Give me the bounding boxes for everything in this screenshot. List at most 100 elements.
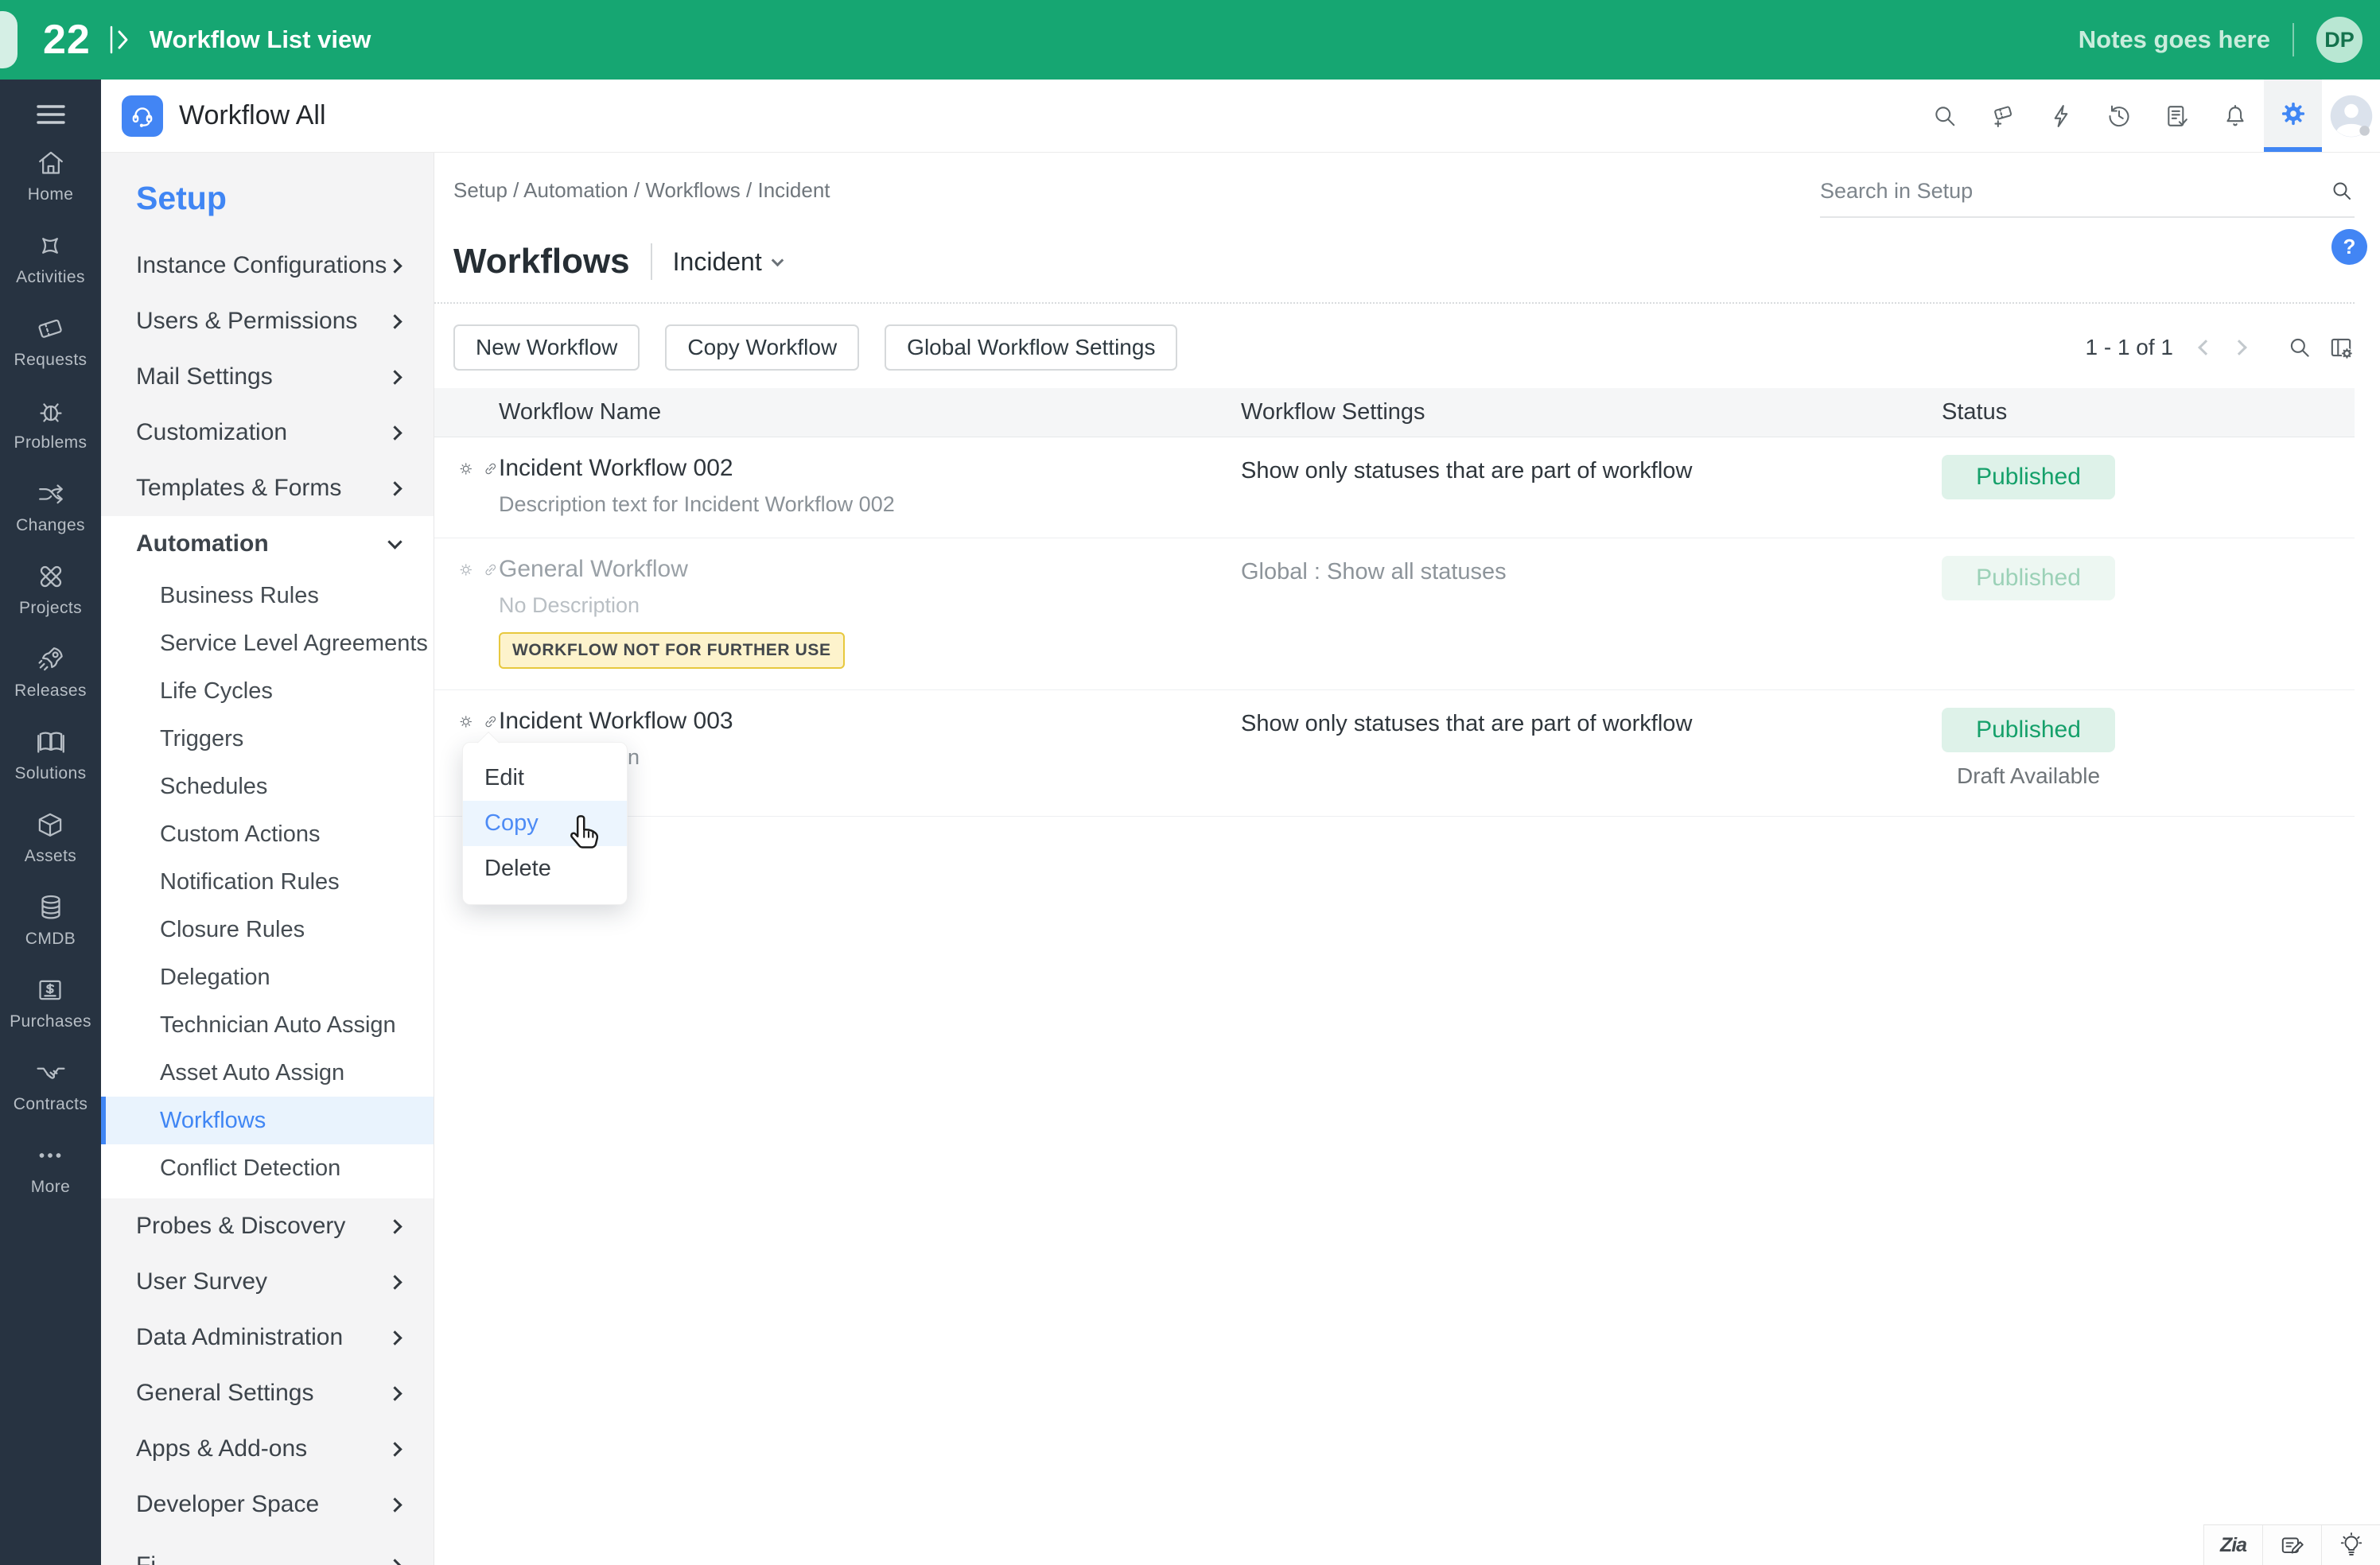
add-request-icon[interactable]	[1974, 80, 2032, 152]
book-icon	[37, 732, 64, 753]
bell-icon[interactable]	[2206, 80, 2264, 152]
setup-item-conflict-detection[interactable]: Conflict Detection	[101, 1144, 434, 1192]
dollar-receipt-icon	[39, 980, 62, 1000]
copy-workflow-button[interactable]: Copy Workflow	[665, 324, 860, 371]
table-row[interactable]: General Workflow No Description WORKFLOW…	[434, 538, 2355, 690]
workflow-name[interactable]: Incident Workflow 002	[499, 455, 895, 482]
nav-item-purchases[interactable]: Purchases	[10, 973, 91, 1031]
list-search-icon[interactable]	[2286, 334, 2313, 361]
setup-search-box[interactable]	[1820, 178, 2355, 218]
nav-item-cmdb[interactable]: CMDB	[25, 891, 76, 949]
workflow-toolbar: New Workflow Copy Workflow Global Workfl…	[453, 324, 2355, 371]
main-content: Setup / Automation / Workflows / Inciden…	[434, 153, 2380, 1565]
nav-item-changes[interactable]: Changes	[16, 477, 85, 535]
module-selector[interactable]: Incident	[673, 247, 784, 277]
setup-item-custom-actions[interactable]: Custom Actions	[101, 810, 434, 858]
history-icon[interactable]	[2090, 80, 2148, 152]
workflow-settings-value: Show only statuses that are part of work…	[1241, 711, 1693, 736]
setup-item-closure-rules[interactable]: Closure Rules	[101, 906, 434, 953]
column-header-workflow-name[interactable]: Workflow Name	[434, 399, 1241, 425]
setup-group-instance-configurations[interactable]: Instance Configurations	[101, 238, 434, 293]
column-header-status[interactable]: Status	[1937, 399, 2355, 425]
app-logo[interactable]	[122, 95, 163, 137]
breadcrumb[interactable]: Setup / Automation / Workflows / Inciden…	[453, 178, 830, 203]
column-settings-icon[interactable]	[2328, 334, 2355, 361]
hamburger-menu-icon[interactable]	[35, 95, 67, 146]
setup-item-notification-rules[interactable]: Notification Rules	[101, 858, 434, 906]
setup-item-triggers[interactable]: Triggers	[101, 715, 434, 763]
pagination-next-icon[interactable]	[2231, 340, 2247, 355]
setup-group-developer-space[interactable]: Developer Space	[101, 1477, 434, 1532]
draft-status: Draft Available	[1956, 763, 2101, 788]
row-link-icon[interactable]	[482, 712, 500, 732]
bulb-icon[interactable]	[2321, 1525, 2380, 1565]
pagination-prev-icon[interactable]	[2198, 340, 2214, 355]
help-button[interactable]: ?	[2331, 229, 2367, 265]
setup-group-users-permissions[interactable]: Users & Permissions	[101, 293, 434, 349]
row-gear-icon[interactable]	[457, 459, 475, 479]
workflow-table: Workflow Name Workflow Settings Status I…	[434, 388, 2355, 817]
global-workflow-settings-button[interactable]: Global Workflow Settings	[885, 324, 1178, 371]
shuffle-icon	[38, 484, 63, 504]
setup-item-schedules[interactable]: Schedules	[101, 763, 434, 810]
row-gear-icon[interactable]	[457, 712, 475, 732]
topbar-separator-icon	[108, 24, 132, 56]
setup-group-general-settings[interactable]: General Settings	[101, 1365, 434, 1421]
page-title: Workflows	[453, 242, 630, 281]
context-menu-edit[interactable]: Edit	[463, 755, 627, 801]
task-list-icon[interactable]	[2148, 80, 2206, 152]
new-workflow-button[interactable]: New Workflow	[453, 324, 640, 371]
setup-group-templates-forms[interactable]: Templates & Forms	[101, 460, 434, 516]
section-divider	[434, 302, 2355, 304]
nav-item-requests[interactable]: Requests	[14, 312, 88, 370]
setup-group-user-survey[interactable]: User Survey	[101, 1254, 434, 1310]
setup-title: Setup	[136, 180, 227, 216]
setup-group-data-administration[interactable]: Data Administration	[101, 1310, 434, 1365]
topbar-user-avatar[interactable]: DP	[2316, 17, 2362, 63]
setup-group-clipped[interactable]: Fi	[101, 1538, 434, 1565]
row-link-icon[interactable]	[482, 459, 500, 479]
chevron-right-icon	[387, 1558, 402, 1565]
nav-item-releases[interactable]: Releases	[14, 643, 87, 701]
nav-item-solutions[interactable]: Solutions	[15, 725, 87, 783]
setup-item-service-level-agreements[interactable]: Service Level Agreements	[101, 619, 434, 667]
chevron-right-icon	[387, 480, 402, 496]
lightning-icon[interactable]	[2032, 80, 2090, 152]
setup-item-delegation[interactable]: Delegation	[101, 953, 434, 1001]
rocket-icon	[37, 647, 63, 671]
note-edit-icon[interactable]	[2262, 1525, 2321, 1565]
user-avatar[interactable]	[2322, 80, 2380, 152]
table-row[interactable]: Incident Workflow 002 Description text f…	[434, 437, 2355, 538]
workflow-name[interactable]: Incident Workflow 003	[499, 708, 733, 735]
setup-item-life-cycles[interactable]: Life Cycles	[101, 667, 434, 715]
setup-item-business-rules[interactable]: Business Rules	[101, 572, 434, 619]
handshake-icon	[36, 1067, 65, 1079]
workflow-name[interactable]: General Workflow	[499, 556, 845, 583]
setup-group-automation[interactable]: Automation	[101, 516, 434, 572]
nav-item-contracts[interactable]: Contracts	[14, 1056, 88, 1114]
row-link-icon[interactable]	[482, 560, 500, 580]
setup-item-asset-auto-assign[interactable]: Asset Auto Assign	[101, 1049, 434, 1097]
search-icon[interactable]	[2329, 178, 2355, 204]
nav-item-projects[interactable]: Projects	[19, 560, 82, 618]
row-gear-icon[interactable]	[457, 560, 475, 580]
table-row[interactable]: Incident Workflow 003 No Description Sho…	[434, 690, 2355, 817]
setup-group-apps-addons[interactable]: Apps & Add-ons	[101, 1421, 434, 1477]
setup-gear-icon[interactable]	[2264, 80, 2322, 152]
nav-item-problems[interactable]: Problems	[14, 394, 88, 452]
zia-icon[interactable]: Zia	[2203, 1525, 2262, 1565]
module-nav-rail: Home Activities Requests Problems Change…	[0, 80, 101, 1565]
nav-item-home[interactable]: Home	[28, 146, 74, 204]
column-header-workflow-settings[interactable]: Workflow Settings	[1241, 399, 1937, 425]
nav-item-more[interactable]: More	[31, 1139, 70, 1197]
setup-group-customization[interactable]: Customization	[101, 405, 434, 460]
setup-group-probes-discovery[interactable]: Probes & Discovery	[101, 1198, 434, 1254]
title-divider	[650, 243, 652, 280]
setup-item-workflows[interactable]: Workflows	[101, 1097, 434, 1144]
nav-item-activities[interactable]: Activities	[16, 229, 85, 287]
nav-item-assets[interactable]: Assets	[25, 808, 76, 866]
setup-search-input[interactable]	[1820, 178, 2329, 204]
setup-group-mail-settings[interactable]: Mail Settings	[101, 349, 434, 405]
global-search-icon[interactable]	[1915, 80, 1974, 152]
setup-item-technician-auto-assign[interactable]: Technician Auto Assign	[101, 1001, 434, 1049]
